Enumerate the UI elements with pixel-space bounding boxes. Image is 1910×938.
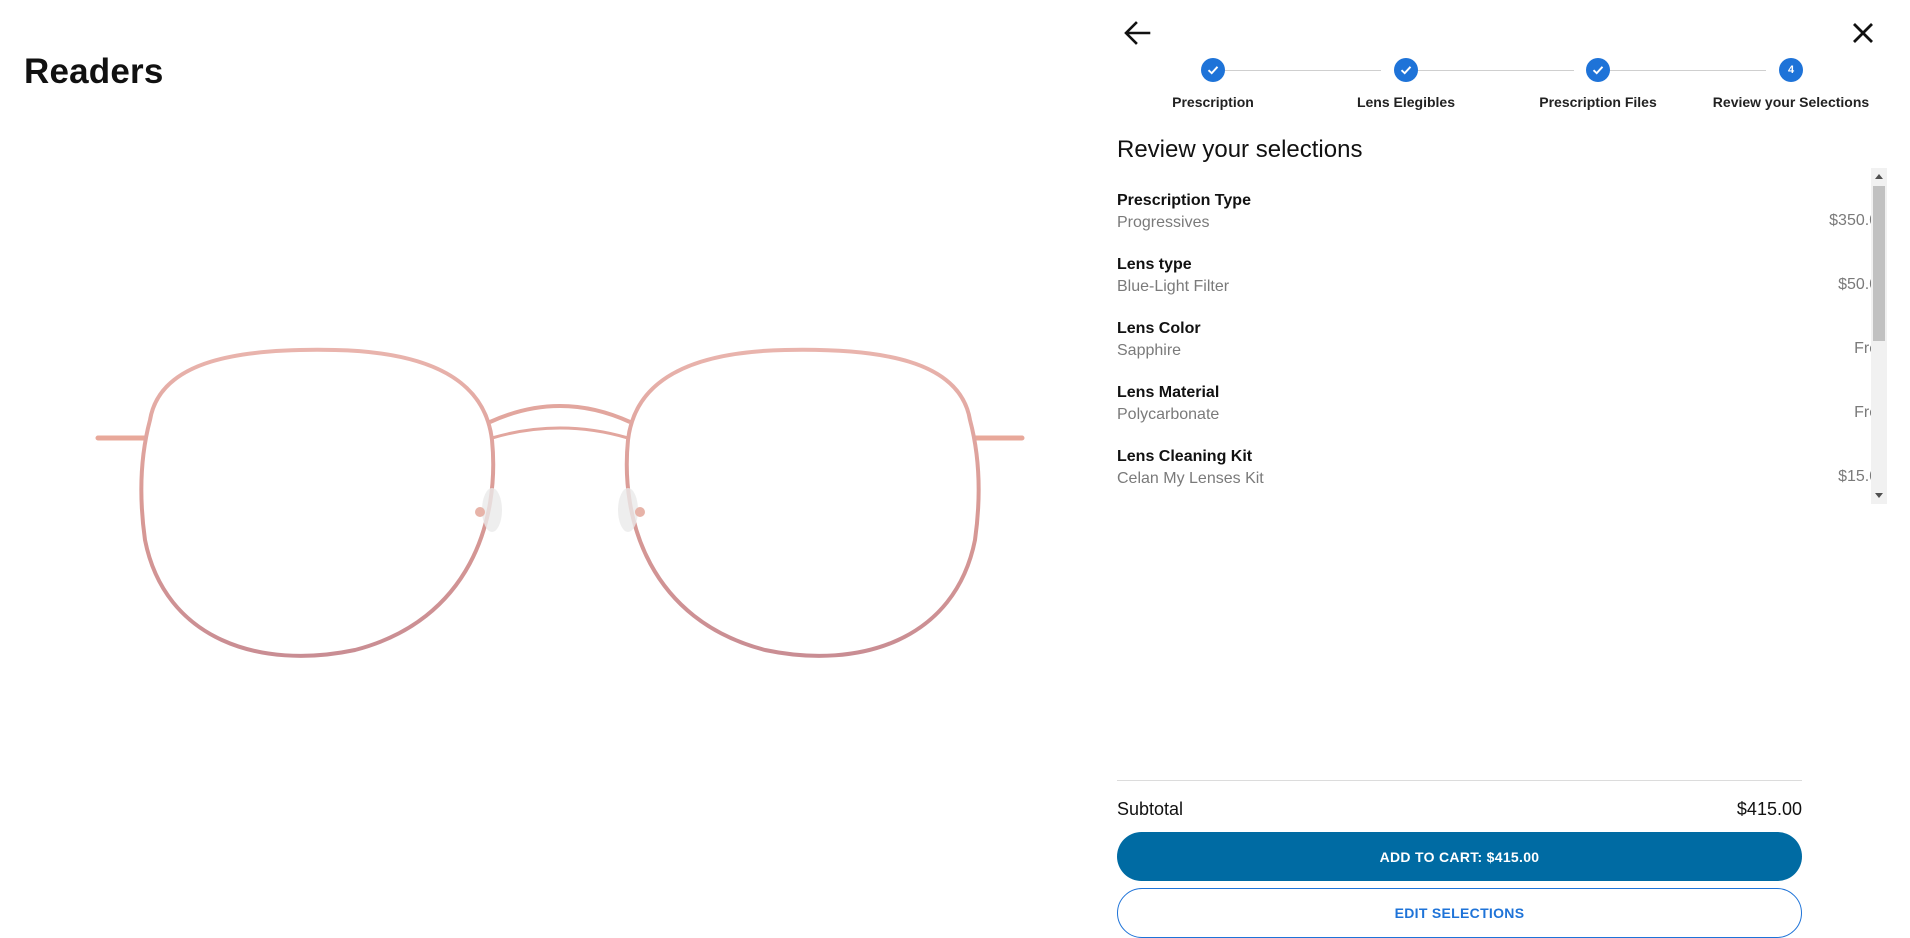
check-icon — [1394, 58, 1418, 82]
add-to-cart-button[interactable]: ADD TO CART: $415.00 — [1117, 832, 1802, 881]
arrow-left-icon[interactable] — [1120, 16, 1154, 50]
review-title: Review your selections — [1117, 136, 1363, 163]
product-title: Readers — [24, 52, 164, 91]
selection-label: Lens type — [1117, 256, 1192, 273]
selection-value: Progressives — [1117, 214, 1210, 231]
selection-item: Lens Material Polycarbonate Free — [1117, 360, 1887, 424]
selection-label: Lens Material — [1117, 384, 1220, 401]
step-prescription-files[interactable]: Prescription Files — [1498, 56, 1698, 110]
selection-label: Lens Color — [1117, 320, 1201, 337]
selection-item: Prescription Type Progressives $350.00 — [1117, 168, 1887, 232]
selection-value: Blue-Light Filter — [1117, 278, 1230, 295]
selection-item: Lens Cleaning Kit Celan My Lenses Kit $1… — [1117, 424, 1887, 488]
close-icon[interactable] — [1846, 16, 1880, 50]
step-label: Prescription Files — [1539, 94, 1657, 110]
selection-item: Lens type Blue-Light Filter $50.00 — [1117, 232, 1887, 296]
subtotal-value: $415.00 — [1736, 799, 1802, 819]
progress-stepper: Prescription Lens Elegibles Prescription… — [1100, 56, 1910, 126]
step-lens-elegibles[interactable]: Lens Elegibles — [1306, 56, 1506, 110]
check-icon — [1586, 58, 1610, 82]
step-label: Review your Selections — [1712, 94, 1870, 110]
summary-divider — [1117, 780, 1802, 781]
selection-label: Prescription Type — [1117, 192, 1251, 209]
selection-value: Celan My Lenses Kit — [1117, 470, 1264, 487]
selections-list: Prescription Type Progressives $350.00 L… — [1117, 168, 1887, 504]
step-number-badge: 4 — [1779, 58, 1803, 82]
selection-item: Lens Color Sapphire Free — [1117, 296, 1887, 360]
check-icon — [1201, 58, 1225, 82]
selection-value: Polycarbonate — [1117, 406, 1220, 423]
selection-value: Sapphire — [1117, 342, 1182, 359]
step-label: Prescription — [1172, 94, 1254, 110]
product-image — [95, 347, 1025, 658]
selections-scrollbar[interactable] — [1871, 168, 1887, 504]
step-label: Lens Elegibles — [1356, 94, 1456, 110]
scroll-up-icon[interactable] — [1875, 174, 1883, 179]
scrollbar-thumb[interactable] — [1873, 186, 1885, 341]
review-panel: Prescription Lens Elegibles Prescription… — [1100, 0, 1910, 938]
edit-selections-button[interactable]: EDIT SELECTIONS — [1117, 888, 1802, 938]
step-prescription[interactable]: Prescription — [1113, 56, 1313, 110]
step-review-selections[interactable]: 4 Review your Selections — [1691, 56, 1891, 110]
selection-label: Lens Cleaning Kit — [1117, 448, 1253, 465]
scroll-down-icon[interactable] — [1875, 493, 1883, 498]
